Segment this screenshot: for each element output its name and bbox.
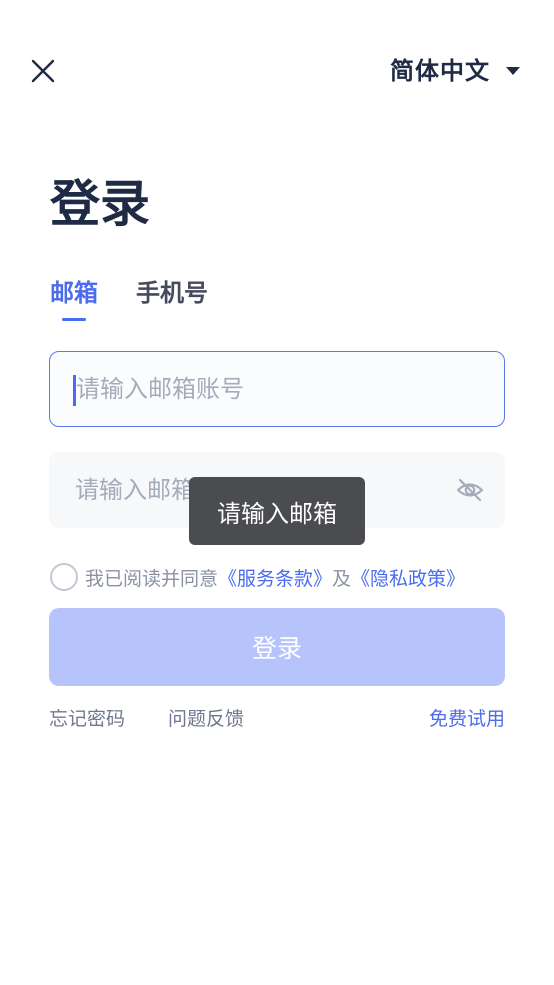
agreement-checkbox[interactable] [50,563,78,591]
eye-off-icon [456,478,484,502]
tab-phone[interactable]: 手机号 [136,276,208,310]
login-button[interactable]: 登录 [49,608,505,686]
free-trial-link[interactable]: 免费试用 [429,706,505,732]
email-field-container [49,351,505,427]
text-cursor [73,375,76,406]
language-selector[interactable]: 简体中文 [390,50,520,86]
caret-down-icon [506,67,520,75]
login-method-tabs: 邮箱 手机号 [50,276,208,321]
language-label: 简体中文 [390,56,490,85]
agreement-row: 我已阅读并同意 《服务条款》 及 《隐私政策》 [50,563,465,591]
privacy-policy-link[interactable]: 《隐私政策》 [351,564,465,591]
page-title: 登录 [50,175,150,233]
agreement-conjunction: 及 [332,567,352,590]
toast-message: 请输入邮箱 [189,477,365,545]
tab-active-indicator [62,318,86,321]
agreement-prefix: 我已阅读并同意 [85,567,219,590]
feedback-link[interactable]: 问题反馈 [168,706,244,732]
close-button[interactable] [28,56,58,86]
terms-of-service-link[interactable]: 《服务条款》 [218,564,332,591]
email-input[interactable] [50,352,504,426]
tab-phone-label: 手机号 [136,279,208,307]
tab-email-label: 邮箱 [50,279,98,307]
forgot-password-link[interactable]: 忘记密码 [49,706,125,732]
close-icon [31,59,55,83]
password-visibility-toggle[interactable] [455,475,485,505]
tab-email[interactable]: 邮箱 [50,276,98,321]
